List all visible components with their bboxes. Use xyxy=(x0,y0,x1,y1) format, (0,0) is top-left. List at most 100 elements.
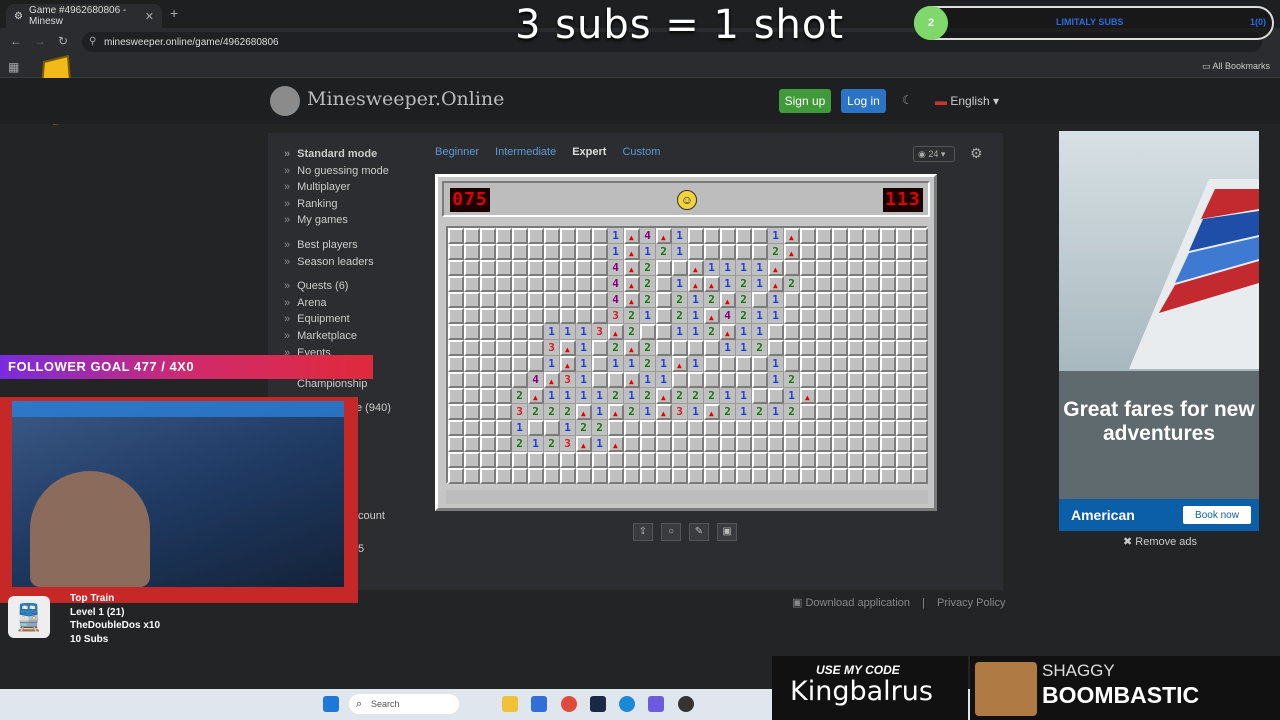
closed-cell[interactable] xyxy=(784,356,800,372)
closed-cell[interactable] xyxy=(784,420,800,436)
closed-cell[interactable] xyxy=(704,372,720,388)
number-cell[interactable]: 1 xyxy=(688,292,704,308)
closed-cell[interactable] xyxy=(720,420,736,436)
closed-cell[interactable] xyxy=(464,388,480,404)
mine-logo-icon[interactable] xyxy=(270,86,300,116)
number-cell[interactable]: 1 xyxy=(656,372,672,388)
closed-cell[interactable] xyxy=(688,372,704,388)
closed-cell[interactable] xyxy=(864,388,880,404)
closed-cell[interactable] xyxy=(880,228,896,244)
closed-cell[interactable] xyxy=(800,308,816,324)
number-cell[interactable]: 1 xyxy=(672,276,688,292)
closed-cell[interactable] xyxy=(560,452,576,468)
number-cell[interactable]: 2 xyxy=(576,420,592,436)
flag-icon[interactable] xyxy=(656,388,672,406)
closed-cell[interactable] xyxy=(464,324,480,340)
number-cell[interactable]: 2 xyxy=(704,324,720,340)
closed-cell[interactable] xyxy=(576,452,592,468)
number-cell[interactable]: 2 xyxy=(640,340,656,356)
closed-cell[interactable] xyxy=(768,468,784,484)
flag-icon[interactable] xyxy=(784,228,800,246)
closed-cell[interactable] xyxy=(816,420,832,436)
closed-cell[interactable] xyxy=(848,340,864,356)
number-cell[interactable]: 1 xyxy=(752,308,768,324)
closed-cell[interactable] xyxy=(832,388,848,404)
number-cell[interactable]: 4 xyxy=(528,372,544,388)
closed-cell[interactable] xyxy=(800,356,816,372)
closed-cell[interactable] xyxy=(784,452,800,468)
number-cell[interactable]: 1 xyxy=(768,372,784,388)
closed-cell[interactable] xyxy=(544,276,560,292)
number-cell[interactable]: 1 xyxy=(720,340,736,356)
closed-cell[interactable] xyxy=(608,372,624,388)
number-cell[interactable]: 2 xyxy=(624,404,640,420)
closed-cell[interactable] xyxy=(480,452,496,468)
closed-cell[interactable] xyxy=(896,244,912,260)
app-icon[interactable] xyxy=(531,696,547,712)
site-info-icon[interactable]: ⚲ xyxy=(89,36,96,47)
number-cell[interactable]: 1 xyxy=(768,292,784,308)
closed-cell[interactable] xyxy=(576,228,592,244)
closed-cell[interactable] xyxy=(832,356,848,372)
closed-cell[interactable] xyxy=(592,228,608,244)
level-tab[interactable]: Custom xyxy=(622,146,660,158)
file-explorer-icon[interactable] xyxy=(502,696,518,712)
closed-cell[interactable] xyxy=(848,356,864,372)
number-cell[interactable]: 1 xyxy=(672,228,688,244)
number-cell[interactable]: 1 xyxy=(704,260,720,276)
closed-cell[interactable] xyxy=(896,340,912,356)
obs-icon[interactable] xyxy=(678,696,694,712)
closed-cell[interactable] xyxy=(464,228,480,244)
closed-cell[interactable] xyxy=(448,436,464,452)
closed-cell[interactable] xyxy=(480,276,496,292)
closed-cell[interactable] xyxy=(592,340,608,356)
closed-cell[interactable] xyxy=(608,468,624,484)
closed-cell[interactable] xyxy=(864,468,880,484)
closed-cell[interactable] xyxy=(592,308,608,324)
closed-cell[interactable] xyxy=(512,468,528,484)
closed-cell[interactable] xyxy=(736,228,752,244)
closed-cell[interactable] xyxy=(720,452,736,468)
closed-cell[interactable] xyxy=(864,356,880,372)
closed-cell[interactable] xyxy=(800,324,816,340)
closed-cell[interactable] xyxy=(912,340,928,356)
closed-cell[interactable] xyxy=(448,324,464,340)
closed-cell[interactable] xyxy=(848,420,864,436)
number-cell[interactable]: 1 xyxy=(752,260,768,276)
closed-cell[interactable] xyxy=(576,468,592,484)
closed-cell[interactable] xyxy=(768,324,784,340)
number-cell[interactable]: 2 xyxy=(688,388,704,404)
closed-cell[interactable] xyxy=(848,260,864,276)
closed-cell[interactable] xyxy=(816,324,832,340)
closed-cell[interactable] xyxy=(656,260,672,276)
closed-cell[interactable] xyxy=(816,228,832,244)
number-cell[interactable]: 1 xyxy=(736,260,752,276)
closed-cell[interactable] xyxy=(528,356,544,372)
number-cell[interactable]: 2 xyxy=(624,324,640,340)
number-cell[interactable]: 2 xyxy=(640,388,656,404)
closed-cell[interactable] xyxy=(880,260,896,276)
closed-cell[interactable] xyxy=(752,420,768,436)
number-cell[interactable]: 1 xyxy=(560,420,576,436)
flag-icon[interactable] xyxy=(656,404,672,422)
number-cell[interactable]: 1 xyxy=(768,356,784,372)
closed-cell[interactable] xyxy=(816,276,832,292)
closed-cell[interactable] xyxy=(832,260,848,276)
number-cell[interactable]: 1 xyxy=(688,404,704,420)
closed-cell[interactable] xyxy=(896,276,912,292)
closed-cell[interactable] xyxy=(640,468,656,484)
closed-cell[interactable] xyxy=(704,340,720,356)
number-cell[interactable]: 1 xyxy=(688,308,704,324)
closed-cell[interactable] xyxy=(496,356,512,372)
number-cell[interactable]: 1 xyxy=(576,340,592,356)
closed-cell[interactable] xyxy=(848,436,864,452)
back-icon[interactable]: ← xyxy=(10,34,22,48)
closed-cell[interactable] xyxy=(496,308,512,324)
flag-icon[interactable] xyxy=(688,260,704,278)
menu-item[interactable]: No guessing mode xyxy=(284,163,389,180)
windows-start-icon[interactable] xyxy=(323,696,339,712)
number-cell[interactable]: 1 xyxy=(624,388,640,404)
closed-cell[interactable] xyxy=(832,308,848,324)
closed-cell[interactable] xyxy=(448,404,464,420)
site-logo[interactable]: Minesweeper.Online xyxy=(307,88,504,110)
